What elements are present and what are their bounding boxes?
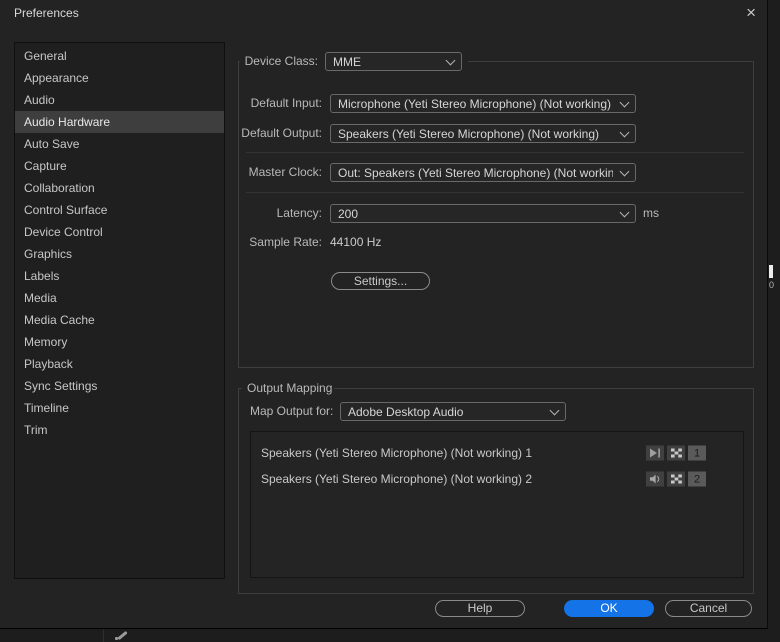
channel-number-badge[interactable]: 1: [688, 445, 706, 461]
separator: [246, 152, 744, 153]
master-clock-dropdown[interactable]: Out: Speakers (Yeti Stereo Microphone) (…: [330, 163, 636, 182]
master-clock-value: Out: Speakers (Yeti Stereo Microphone) (…: [338, 165, 613, 180]
sample-rate-value: 44100 Hz: [330, 235, 382, 249]
sidebar-item-auto-save[interactable]: Auto Save: [15, 133, 224, 155]
wrench-icon-dot: [115, 637, 118, 640]
sidebar-item-collaboration[interactable]: Collaboration: [15, 177, 224, 199]
sidebar-item-capture[interactable]: Capture: [15, 155, 224, 177]
channel-row: Speakers (Yeti Stereo Microphone) (Not w…: [251, 440, 743, 466]
sidebar-item-trim[interactable]: Trim: [15, 419, 224, 441]
channel-controls: 2: [646, 471, 706, 487]
sidebar-item-device-control[interactable]: Device Control: [15, 221, 224, 243]
device-class-dropdown[interactable]: MME: [325, 52, 462, 71]
output-channel-list: Speakers (Yeti Stereo Microphone) (Not w…: [250, 431, 744, 578]
default-output-label: Default Output:: [241, 126, 322, 140]
chevron-down-icon: [445, 55, 456, 65]
latency-label: Latency:: [276, 206, 322, 220]
dialog-title: Preferences: [14, 6, 79, 20]
background-meter-sliver: [769, 265, 773, 278]
background-app-right-strip: 0: [768, 0, 780, 641]
device-class-label: Device Class:: [244, 54, 318, 68]
sidebar-item-labels[interactable]: Labels: [15, 265, 224, 287]
speaker-icon-button[interactable]: [646, 471, 664, 487]
sidebar-item-media-cache[interactable]: Media Cache: [15, 309, 224, 331]
channel-grid-icon-button[interactable]: [667, 445, 685, 461]
default-input-value: Microphone (Yeti Stereo Microphone) (Not…: [338, 96, 612, 111]
help-button[interactable]: Help: [435, 600, 525, 617]
chevron-down-icon: [619, 166, 630, 176]
ok-button[interactable]: OK: [564, 600, 654, 617]
background-panel-divider: [103, 629, 104, 642]
default-output-dropdown[interactable]: Speakers (Yeti Stereo Microphone) (Not w…: [330, 124, 636, 143]
settings-button[interactable]: Settings...: [331, 272, 430, 290]
channel-row: Speakers (Yeti Stereo Microphone) (Not w…: [251, 466, 743, 492]
channel-controls: 1: [646, 445, 706, 461]
latency-unit-label: ms: [643, 206, 659, 220]
chevron-down-icon: [549, 405, 560, 415]
sidebar-item-audio[interactable]: Audio: [15, 89, 224, 111]
sidebar-item-timeline[interactable]: Timeline: [15, 397, 224, 419]
channel-label: Speakers (Yeti Stereo Microphone) (Not w…: [261, 472, 533, 486]
default-input-label: Default Input:: [250, 96, 322, 110]
default-input-dropdown[interactable]: Microphone (Yeti Stereo Microphone) (Not…: [330, 94, 636, 113]
output-mapping-legend: Output Mapping: [247, 381, 333, 395]
chevron-down-icon: [619, 207, 630, 217]
latency-dropdown[interactable]: 200: [330, 204, 636, 223]
cancel-button[interactable]: Cancel: [665, 600, 752, 617]
map-output-for-label: Map Output for:: [250, 404, 334, 418]
sidebar-item-general[interactable]: General: [15, 45, 224, 67]
sidebar-item-control-surface[interactable]: Control Surface: [15, 199, 224, 221]
play-icon-button[interactable]: [646, 445, 664, 461]
close-icon[interactable]: ×: [746, 2, 756, 24]
sidebar-item-memory[interactable]: Memory: [15, 331, 224, 353]
sidebar-item-sync-settings[interactable]: Sync Settings: [15, 375, 224, 397]
background-meter-zero-label: 0: [769, 280, 775, 290]
chevron-down-icon: [619, 97, 630, 107]
sidebar-item-playback[interactable]: Playback: [15, 353, 224, 375]
map-output-value: Adobe Desktop Audio: [348, 404, 464, 419]
wrench-icon: [117, 630, 128, 641]
preferences-category-list: General Appearance Audio Audio Hardware Auto…: [14, 42, 225, 579]
device-class-value: MME: [333, 54, 361, 69]
titlebar: Preferences ×: [0, 0, 767, 26]
channel-number-badge[interactable]: 2: [688, 471, 706, 487]
separator: [246, 192, 744, 193]
sidebar-item-graphics[interactable]: Graphics: [15, 243, 224, 265]
default-output-value: Speakers (Yeti Stereo Microphone) (Not w…: [338, 126, 600, 141]
sidebar-item-audio-hardware[interactable]: Audio Hardware: [15, 111, 224, 133]
channel-label: Speakers (Yeti Stereo Microphone) (Not w…: [261, 446, 533, 460]
sample-rate-label: Sample Rate:: [249, 235, 322, 249]
chevron-down-icon: [619, 127, 630, 137]
background-app-bottom-strip: [0, 628, 768, 642]
channel-grid-icon-button[interactable]: [667, 471, 685, 487]
latency-value: 200: [338, 206, 359, 221]
sidebar-item-appearance[interactable]: Appearance: [15, 67, 224, 89]
map-output-dropdown[interactable]: Adobe Desktop Audio: [340, 402, 566, 421]
sidebar-item-media[interactable]: Media: [15, 287, 224, 309]
master-clock-label: Master Clock:: [248, 165, 322, 179]
preferences-dialog: Preferences × General Appearance Audio Audi…: [0, 0, 768, 629]
